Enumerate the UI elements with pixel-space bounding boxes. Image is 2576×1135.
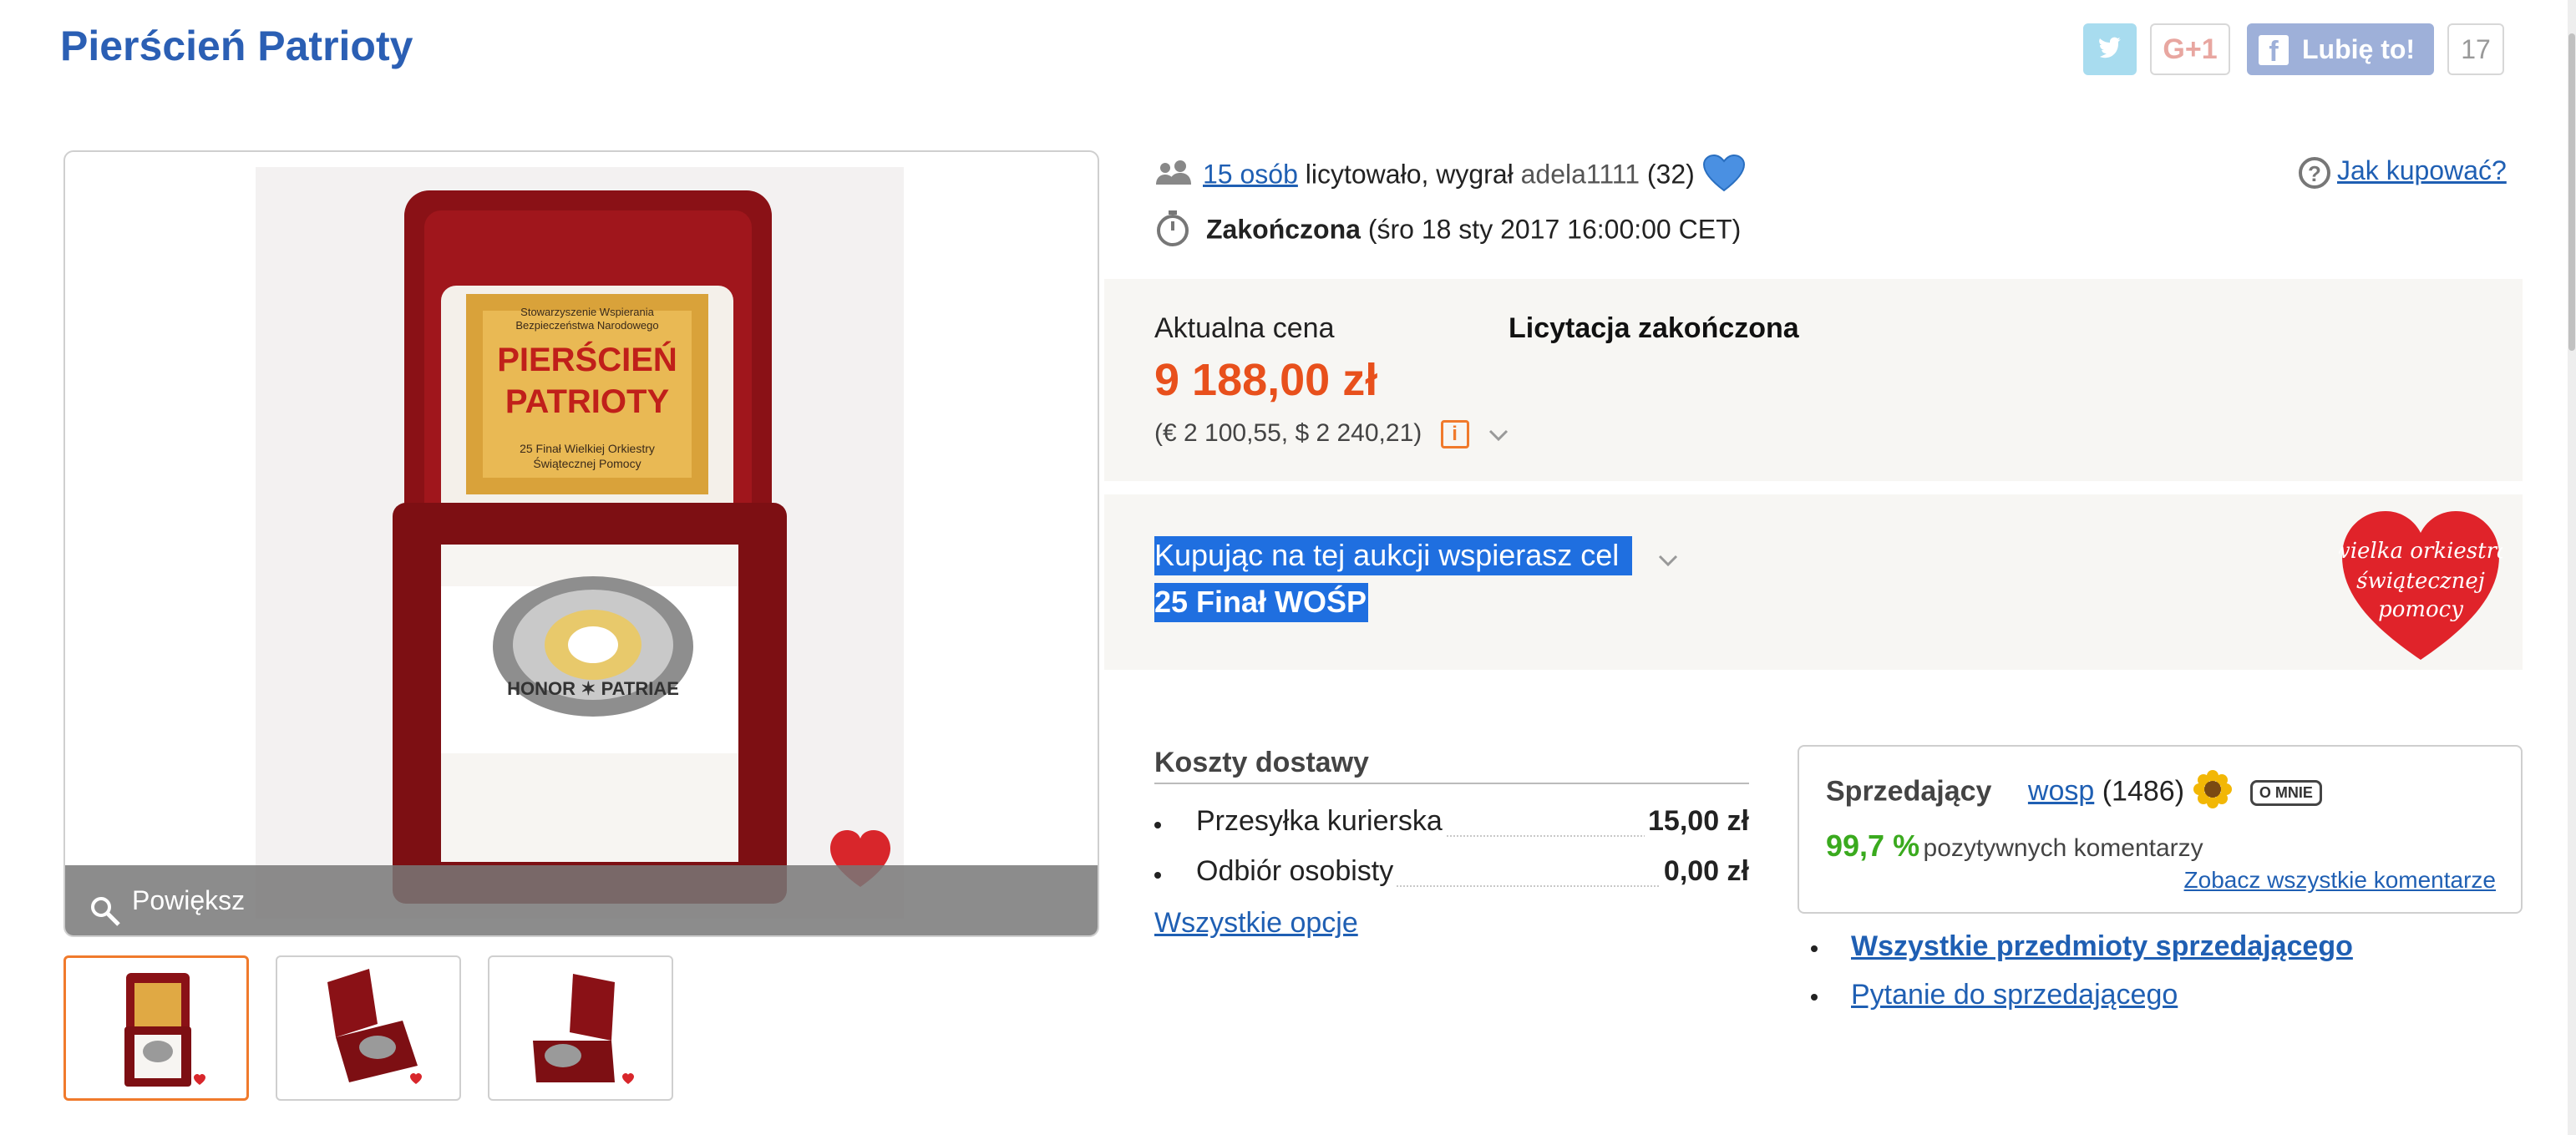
wosp-logo: wielka orkiestra świątecznej pomocy bbox=[2331, 506, 2510, 661]
bidders-link[interactable]: 15 osób bbox=[1203, 159, 1298, 189]
ring-engraving: HONOR ✶ PATRIAE bbox=[507, 678, 679, 699]
cause-text: Kupując na tej aukcji wspierasz cel bbox=[1154, 536, 1633, 575]
twitter-share-button[interactable] bbox=[2083, 23, 2137, 75]
shipping-option: Przesyłka kurierska 15,00 zł bbox=[1154, 805, 1749, 842]
bullet bbox=[1154, 822, 1161, 828]
bullet bbox=[1811, 994, 1818, 1001]
main-product-image[interactable]: Stowarzyszenie Wspierania Bezpieczeństwa… bbox=[63, 150, 1099, 937]
shipping-option-name: Odbiór osobisty bbox=[1196, 855, 1397, 888]
box-text-line1: Stowarzyszenie Wspierania bbox=[520, 306, 654, 318]
box-text-line2: Bezpieczeństwa Narodowego bbox=[515, 319, 658, 332]
logo-line3: pomocy bbox=[2378, 597, 2463, 622]
super-seller-heart-icon bbox=[1702, 154, 1746, 199]
seller-score: (1486) bbox=[2102, 775, 2185, 808]
how-to-buy-link[interactable]: Jak kupować? bbox=[2337, 155, 2507, 185]
stopwatch-icon bbox=[1154, 209, 1191, 254]
thumbnail-image bbox=[533, 974, 634, 1084]
thumbnail-2[interactable] bbox=[276, 955, 461, 1101]
box-sub-line1: 25 Finał Wielkiej Orkiestry bbox=[520, 442, 655, 455]
charity-cause-box: Kupując na tej aukcji wspierasz cel 25 F… bbox=[1104, 494, 2523, 670]
scrollbar-thumb[interactable] bbox=[2568, 33, 2575, 351]
current-price: 9 188,00 zł bbox=[1154, 355, 1378, 405]
seller-row: Sprzedający wosp (1486) O MNIE bbox=[1826, 768, 2322, 818]
zoom-bar[interactable]: Powiększ bbox=[65, 865, 1098, 935]
page-title: Pierścień Patrioty bbox=[60, 23, 413, 69]
cause-name-row: 25 Finał WOŚP bbox=[1154, 583, 1369, 622]
price-box: Aktualna cena Licytacja zakończona 9 188… bbox=[1104, 279, 2523, 481]
positive-percent: 99,7 % bbox=[1826, 828, 1920, 863]
all-seller-items-link[interactable]: Wszystkie przedmioty sprzedającego bbox=[1851, 930, 2353, 963]
seller-box: Sprzedający wosp (1486) O MNIE 99,7 % po… bbox=[1798, 745, 2523, 914]
info-icon[interactable]: i bbox=[1440, 420, 1469, 449]
shipping-option-price: 15,00 zł bbox=[1645, 805, 1749, 838]
chevron-down-icon[interactable] bbox=[1488, 420, 1509, 448]
seller-label: Sprzedający bbox=[1826, 775, 1992, 808]
converted-price-row: (€ 2 100,55, $ 2 240,21) i bbox=[1154, 419, 1509, 449]
shipping-title: Koszty dostawy bbox=[1154, 747, 1749, 784]
shipping-option-name: Przesyłka kurierska bbox=[1196, 805, 1446, 838]
seller-link-item: Pytanie do sprzedającego bbox=[1811, 979, 2521, 1016]
winner-name[interactable]: adela1111 bbox=[1521, 159, 1640, 189]
logo-line1: wielka orkiestra bbox=[2339, 539, 2502, 564]
sunflower-icon bbox=[2192, 768, 2234, 818]
cause-name: 25 Finał WOŚP bbox=[1154, 583, 1369, 622]
thumbnail-3[interactable] bbox=[488, 955, 673, 1101]
cause-line1-row: Kupując na tej aukcji wspierasz cel bbox=[1154, 536, 1679, 575]
ring-box-photo: Stowarzyszenie Wspierania Bezpieczeństwa… bbox=[256, 167, 904, 919]
thumbnail-1[interactable] bbox=[63, 955, 249, 1101]
gplus-button[interactable]: G+1 bbox=[2150, 23, 2230, 75]
price-label: Aktualna cena bbox=[1154, 312, 1335, 344]
magnifier-icon bbox=[89, 884, 122, 935]
how-to-buy[interactable]: ? Jak kupować? bbox=[2299, 155, 2507, 189]
bidders-row: 15 osób licytowało, wygrał adela1111 (32… bbox=[1154, 154, 1746, 199]
facebook-like-button[interactable]: f Lubię to! bbox=[2247, 23, 2434, 75]
shipping-option-price: 0,00 zł bbox=[1660, 855, 1749, 888]
facebook-icon: f bbox=[2259, 35, 2289, 68]
positive-text: pozytywnych komentarzy bbox=[1923, 834, 2203, 862]
bullet bbox=[1811, 945, 1818, 952]
thumbnail-image bbox=[124, 973, 205, 1087]
all-comments-link[interactable]: Zobacz wszystkie komentarze bbox=[2184, 867, 2496, 894]
positive-feedback-row: 99,7 % pozytywnych komentarzy bbox=[1826, 828, 2203, 864]
chevron-down-icon[interactable] bbox=[1657, 540, 1679, 575]
seller-link-item: Wszystkie przedmioty sprzedającego bbox=[1811, 930, 2521, 967]
converted-price: (€ 2 100,55, $ 2 240,21) bbox=[1154, 419, 1422, 447]
bullet bbox=[1154, 872, 1161, 879]
shipping-option: Odbiór osobisty 0,00 zł bbox=[1154, 855, 1749, 892]
twitter-icon bbox=[2099, 37, 2121, 58]
winner-score: (32) bbox=[1646, 159, 1695, 190]
box-sub-line2: Świątecznej Pomocy bbox=[533, 456, 641, 470]
auction-status: Zakończona bbox=[1206, 214, 1361, 245]
end-status-row: Zakończona (śro 18 sty 2017 16:00:00 CET… bbox=[1154, 209, 1741, 254]
about-me-badge[interactable]: O MNIE bbox=[2249, 780, 2322, 806]
all-shipping-options-link[interactable]: Wszystkie opcje bbox=[1154, 907, 1358, 940]
seller-name-link[interactable]: wosp bbox=[2028, 775, 2094, 807]
zoom-label: Powiększ bbox=[132, 885, 246, 915]
box-title-line1: PIERŚCIEŃ bbox=[497, 340, 677, 378]
auction-ended-label: Licytacja zakończona bbox=[1509, 312, 1799, 344]
ask-seller-link[interactable]: Pytanie do sprzedającego bbox=[1851, 979, 2178, 1011]
auction-end-date: (śro 18 sty 2017 16:00:00 CET) bbox=[1367, 214, 1742, 245]
thumbnail-image bbox=[327, 969, 422, 1084]
facebook-like-label: Lubię to! bbox=[2302, 34, 2416, 64]
box-title-line2: PATRIOTY bbox=[505, 383, 670, 420]
bidders-text: licytowało, wygrał bbox=[1305, 159, 1514, 190]
facebook-like-count: 17 bbox=[2447, 23, 2504, 75]
people-icon bbox=[1154, 160, 1193, 193]
logo-line2: świątecznej bbox=[2356, 569, 2485, 594]
help-icon: ? bbox=[2299, 156, 2330, 189]
